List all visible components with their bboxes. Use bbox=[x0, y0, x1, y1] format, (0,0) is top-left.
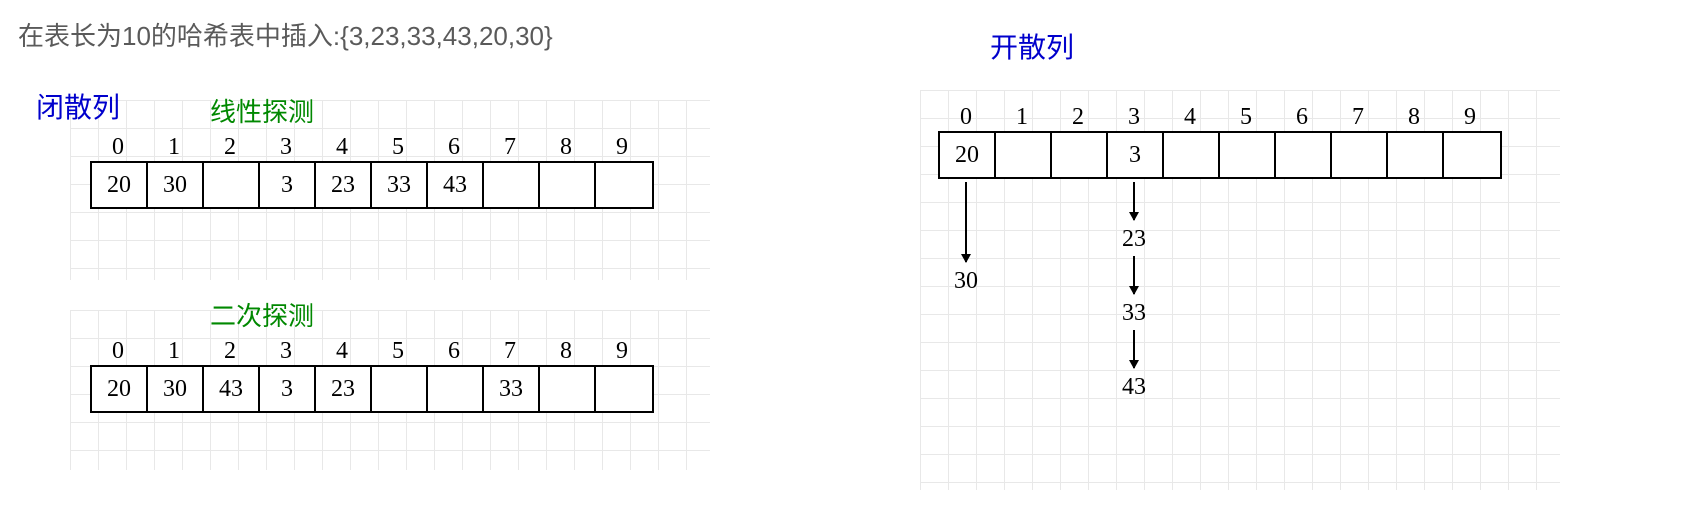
table-cell: 43 bbox=[204, 367, 260, 411]
chain-node: 43 bbox=[1106, 374, 1162, 401]
table-cell bbox=[540, 163, 596, 207]
index-label: 5 bbox=[1218, 104, 1274, 131]
table-cell bbox=[996, 133, 1052, 177]
index-label: 0 bbox=[90, 338, 146, 365]
index-label: 7 bbox=[482, 134, 538, 161]
table-cell: 20 bbox=[92, 163, 148, 207]
table-cell: 33 bbox=[372, 163, 428, 207]
index-label: 9 bbox=[1442, 104, 1498, 131]
table-cell bbox=[596, 367, 652, 411]
index-label: 2 bbox=[1050, 104, 1106, 131]
index-label: 4 bbox=[314, 338, 370, 365]
table-cell bbox=[1276, 133, 1332, 177]
arrow-down-icon bbox=[1133, 182, 1135, 220]
chain-node: 30 bbox=[938, 268, 994, 295]
table-cell bbox=[596, 163, 652, 207]
table-cell bbox=[1164, 133, 1220, 177]
table-cell bbox=[1052, 133, 1108, 177]
index-label: 6 bbox=[1274, 104, 1330, 131]
index-label: 9 bbox=[594, 338, 650, 365]
index-label: 9 bbox=[594, 134, 650, 161]
quadratic-probe-label: 二次探测 bbox=[210, 296, 314, 333]
index-label: 1 bbox=[994, 104, 1050, 131]
table-cell: 3 bbox=[260, 163, 316, 207]
arrow-down-icon bbox=[1133, 330, 1135, 368]
open-hashing-label: 开散列 bbox=[990, 26, 1074, 66]
index-label: 8 bbox=[538, 338, 594, 365]
index-label: 3 bbox=[258, 338, 314, 365]
table-cell bbox=[1332, 133, 1388, 177]
index-label: 6 bbox=[426, 338, 482, 365]
index-label: 3 bbox=[1106, 104, 1162, 131]
index-label: 1 bbox=[146, 134, 202, 161]
index-label: 8 bbox=[538, 134, 594, 161]
table-cell: 20 bbox=[940, 133, 996, 177]
index-label: 3 bbox=[258, 134, 314, 161]
table-cell: 33 bbox=[484, 367, 540, 411]
index-label: 7 bbox=[482, 338, 538, 365]
chain-node: 33 bbox=[1106, 300, 1162, 327]
chain-node: 23 bbox=[1106, 226, 1162, 253]
table-cell bbox=[1220, 133, 1276, 177]
table-cell: 3 bbox=[260, 367, 316, 411]
intro-text: 在表长为10的哈希表中插入:{3,23,33,43,20,30} bbox=[18, 16, 553, 53]
open-hashing-table: 0 1 2 3 4 5 6 7 8 9 20 3 bbox=[938, 104, 1502, 179]
table-cell bbox=[1388, 133, 1444, 177]
index-label: 6 bbox=[426, 134, 482, 161]
arrow-down-icon bbox=[1133, 256, 1135, 294]
table-cell: 23 bbox=[316, 163, 372, 207]
table-cell: 43 bbox=[428, 163, 484, 207]
index-label: 5 bbox=[370, 338, 426, 365]
table-cell bbox=[372, 367, 428, 411]
index-label: 4 bbox=[314, 134, 370, 161]
table-cell bbox=[204, 163, 260, 207]
quadratic-probe-table: 0 1 2 3 4 5 6 7 8 9 20 30 43 3 23 33 bbox=[90, 338, 654, 413]
closed-hashing-label: 闭散列 bbox=[36, 86, 120, 126]
table-cell: 30 bbox=[148, 163, 204, 207]
table-cell bbox=[484, 163, 540, 207]
table-cell: 30 bbox=[148, 367, 204, 411]
index-label: 0 bbox=[938, 104, 994, 131]
index-label: 5 bbox=[370, 134, 426, 161]
table-cell bbox=[1444, 133, 1500, 177]
index-label: 7 bbox=[1330, 104, 1386, 131]
table-cell: 20 bbox=[92, 367, 148, 411]
table-cell bbox=[540, 367, 596, 411]
arrow-down-icon bbox=[965, 182, 967, 262]
table-cell: 3 bbox=[1108, 133, 1164, 177]
index-label: 1 bbox=[146, 338, 202, 365]
table-cell: 23 bbox=[316, 367, 372, 411]
index-label: 2 bbox=[202, 134, 258, 161]
index-label: 0 bbox=[90, 134, 146, 161]
index-label: 8 bbox=[1386, 104, 1442, 131]
index-label: 4 bbox=[1162, 104, 1218, 131]
linear-probe-label: 线性探测 bbox=[210, 92, 314, 129]
linear-probe-table: 0 1 2 3 4 5 6 7 8 9 20 30 3 23 33 43 bbox=[90, 134, 654, 209]
index-label: 2 bbox=[202, 338, 258, 365]
table-cell bbox=[428, 367, 484, 411]
